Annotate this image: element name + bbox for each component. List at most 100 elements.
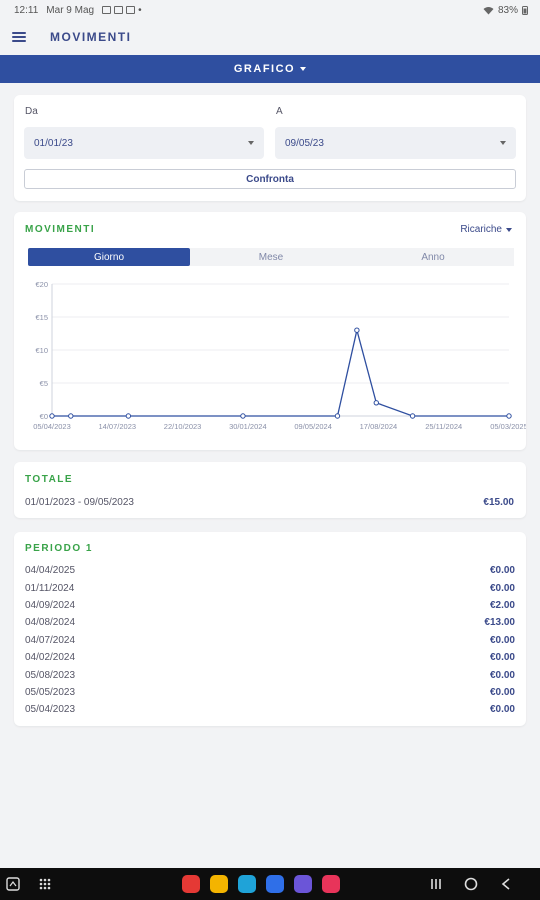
list-item: 04/07/2024 €0.00 [25, 632, 515, 649]
notification-icons: • [102, 5, 142, 16]
menu-icon[interactable] [12, 32, 26, 42]
app-header: MOVIMENTI [0, 20, 540, 54]
view-selector[interactable]: GRAFICO [0, 55, 540, 83]
x-tick-label: 25/11/2024 [425, 422, 462, 431]
x-tick-label: 09/05/2024 [294, 422, 332, 431]
list-item: 04/04/2025 €0.00 [25, 562, 515, 579]
list-item-amount: €0.00 [489, 652, 515, 664]
period-list: 04/04/2025 €0.00 01/11/2024 €0.00 04/09/2024… [25, 562, 515, 719]
screenshot-icon[interactable] [6, 877, 20, 891]
messages-app-icon[interactable] [266, 875, 284, 893]
total-title: TOTALE [25, 474, 74, 485]
from-date-value: 01/01/23 [34, 137, 73, 149]
list-item-amount: €0.00 [489, 704, 515, 716]
y-tick-label: €0 [40, 412, 48, 421]
list-item-amount: €0.00 [489, 565, 515, 577]
total-amount: €15.00 [483, 497, 514, 508]
filter-select[interactable]: Ricariche [460, 224, 512, 235]
list-item: 01/11/2024 €0.00 [25, 579, 515, 596]
to-date-select[interactable]: 09/05/23 [275, 127, 516, 159]
period-tabs: Giorno Mese Anno [28, 248, 514, 266]
line-chart: €0 €5 €10 €15 €20 05/04/2023 14/07/2023 22/10/2… [33, 280, 526, 431]
system-nav-bar [0, 868, 540, 900]
list-item-date: 05/05/2023 [25, 686, 76, 698]
movements-chart-card: MOVIMENTI Ricariche Giorno Mese Anno €0 €… [14, 212, 526, 450]
tab-giorno[interactable]: Giorno [28, 248, 190, 266]
data-point [125, 413, 132, 419]
data-point [409, 413, 416, 419]
x-tick-label: 17/08/2024 [360, 422, 398, 431]
filter-value: Ricariche [460, 224, 502, 235]
status-time: 12:11 [14, 4, 39, 16]
wifi-icon [483, 6, 494, 14]
more-dot: • [138, 4, 142, 16]
list-item: 05/04/2023 €0.00 [25, 701, 515, 718]
red-app-icon[interactable] [182, 875, 200, 893]
total-range: 01/01/2023 - 09/05/2023 [25, 497, 134, 508]
list-item-date: 04/02/2024 [25, 652, 76, 664]
app-drawer-icon[interactable] [38, 877, 52, 891]
browser-app-icon[interactable] [294, 875, 312, 893]
battery-level: 83% [497, 4, 518, 16]
recent-apps-icon[interactable] [430, 877, 442, 891]
chevron-down-icon [506, 227, 512, 232]
x-tick-label: 05/04/2023 [33, 422, 71, 431]
chevron-down-icon [300, 67, 307, 71]
y-tick-label: €10 [35, 346, 48, 355]
list-item: 04/02/2024 €0.00 [25, 649, 515, 666]
y-tick-label: €5 [40, 379, 48, 388]
x-tick-label: 14/07/2023 [99, 422, 137, 431]
gallery-icon [102, 6, 112, 14]
list-item-amount: €0.00 [489, 669, 515, 681]
battery-icon [522, 6, 528, 15]
list-item-date: 04/07/2024 [25, 634, 76, 646]
dock-apps [182, 875, 340, 893]
data-point [68, 413, 74, 419]
data-point [354, 327, 360, 333]
x-tick-label: 30/01/2024 [229, 422, 267, 431]
data-point [240, 413, 246, 419]
y-tick-label: €15 [35, 313, 48, 322]
media-app-icon[interactable] [322, 875, 340, 893]
list-item-date: 04/09/2024 [25, 599, 76, 611]
list-item: 05/08/2023 €0.00 [25, 666, 515, 683]
list-item-date: 05/08/2023 [25, 669, 76, 681]
back-icon[interactable] [500, 877, 512, 891]
x-tick-label: 05/03/2025 [490, 422, 526, 431]
list-item: 04/08/2024 €13.00 [25, 614, 515, 631]
tab-mese[interactable]: Mese [190, 248, 352, 266]
data-point [373, 400, 379, 406]
from-date-select[interactable]: 01/01/23 [24, 127, 264, 159]
data-point [49, 413, 55, 419]
image-icon [126, 6, 136, 14]
list-item-amount: €0.00 [489, 634, 515, 646]
status-left: 12:11 Mar 9 Mag • [14, 5, 142, 16]
list-item-amount: €0.00 [489, 686, 515, 698]
date-range-card: Da 01/01/23 A 09/05/23 Confronta [14, 95, 526, 201]
to-date-value: 09/05/23 [285, 137, 324, 149]
compare-button[interactable]: Confronta [24, 169, 516, 189]
period-card: PERIODO 1 04/04/2025 €0.00 01/11/2024 €0.00… [14, 532, 526, 726]
data-point [334, 413, 341, 419]
list-item: 04/09/2024 €2.00 [25, 597, 515, 614]
list-item-date: 04/04/2025 [25, 565, 76, 577]
chart-card-title: MOVIMENTI [25, 224, 96, 235]
home-icon[interactable] [464, 877, 478, 891]
to-label: A [276, 106, 283, 117]
status-date: Mar 9 Mag [46, 4, 95, 16]
list-item-date: 01/11/2024 [25, 582, 75, 594]
notes-app-icon[interactable] [210, 875, 228, 893]
list-item: 05/05/2023 €0.00 [25, 684, 515, 701]
data-point [506, 413, 512, 419]
tab-anno[interactable]: Anno [352, 248, 514, 266]
total-card: TOTALE 01/01/2023 - 09/05/2023 €15.00 [14, 462, 526, 518]
list-item-date: 04/08/2024 [25, 617, 76, 629]
chevron-down-icon [248, 141, 254, 145]
list-item-amount: €0.00 [489, 582, 515, 594]
x-tick-label: 22/10/2023 [164, 422, 202, 431]
calendar-icon [114, 6, 124, 14]
view-selector-label: GRAFICO [233, 63, 296, 75]
calendar-app-icon[interactable] [238, 875, 256, 893]
status-bar: 12:11 Mar 9 Mag • 83% [0, 0, 540, 20]
from-label: Da [25, 106, 38, 117]
